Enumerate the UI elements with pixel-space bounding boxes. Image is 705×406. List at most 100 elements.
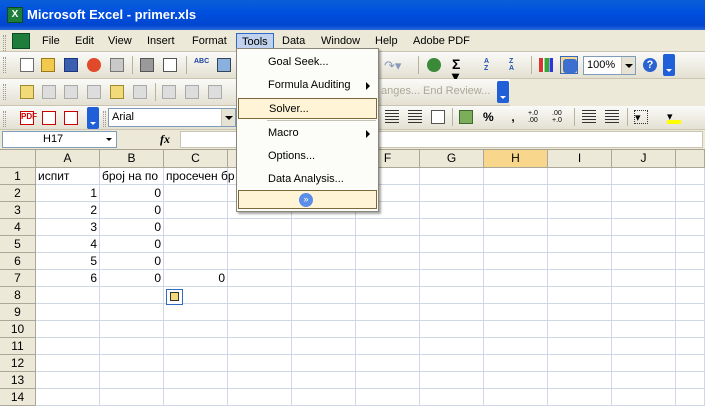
column-header-g[interactable]: G — [420, 150, 484, 168]
cell-e11[interactable] — [292, 338, 356, 355]
toolbar-grip[interactable] — [3, 57, 6, 73]
cell-c2[interactable] — [164, 185, 228, 202]
cell-b5[interactable]: 0 — [100, 236, 164, 253]
decrease-indent-icon[interactable] — [580, 108, 598, 126]
cell-i5[interactable] — [548, 236, 612, 253]
cell-e5[interactable] — [292, 236, 356, 253]
cell-a13[interactable] — [36, 372, 100, 389]
cell-i7[interactable] — [548, 270, 612, 287]
toolbar-grip[interactable] — [103, 111, 106, 127]
row-header-9[interactable]: 9 — [0, 304, 36, 321]
zoom-dropdown-icon[interactable] — [621, 57, 635, 74]
track-changes-icon[interactable] — [160, 83, 178, 101]
cell-f4[interactable] — [356, 219, 420, 236]
cell-g8[interactable] — [420, 287, 484, 304]
cell-j14[interactable] — [612, 389, 676, 406]
cell-g10[interactable] — [420, 321, 484, 338]
cell-d13[interactable] — [228, 372, 292, 389]
redo-icon[interactable]: ↷▾ — [382, 56, 406, 74]
cell-a2[interactable]: 1 — [36, 185, 100, 202]
cell-k3[interactable] — [676, 202, 705, 219]
row-header-4[interactable]: 4 — [0, 219, 36, 236]
cell-b7[interactable]: 0 — [100, 270, 164, 287]
cell-a6[interactable]: 5 — [36, 253, 100, 270]
cell-c3[interactable] — [164, 202, 228, 219]
cell-a8[interactable] — [36, 287, 100, 304]
column-header-j[interactable]: J — [612, 150, 676, 168]
cell-d14[interactable] — [228, 389, 292, 406]
accept-change-icon[interactable] — [183, 83, 201, 101]
cell-e7[interactable] — [292, 270, 356, 287]
cell-a1[interactable]: испит — [36, 168, 100, 185]
cell-h1[interactable] — [484, 168, 548, 185]
cell-h14[interactable] — [484, 389, 548, 406]
cell-h10[interactable] — [484, 321, 548, 338]
cell-f14[interactable] — [356, 389, 420, 406]
cell-b4[interactable]: 0 — [100, 219, 164, 236]
cell-c13[interactable] — [164, 372, 228, 389]
cell-b10[interactable] — [100, 321, 164, 338]
cell-h9[interactable] — [484, 304, 548, 321]
cell-k8[interactable] — [676, 287, 705, 304]
reject-change-icon[interactable] — [206, 83, 224, 101]
cell-g1[interactable] — [420, 168, 484, 185]
comma-icon[interactable]: , — [504, 108, 522, 126]
cell-d10[interactable] — [228, 321, 292, 338]
menu-insert[interactable]: Insert — [142, 33, 180, 50]
cell-d6[interactable] — [228, 253, 292, 270]
sort-ascending-icon[interactable]: AZ — [482, 56, 500, 74]
menu-item-options[interactable]: Options... — [238, 146, 377, 167]
workbook-icon[interactable] — [12, 33, 30, 49]
cell-e6[interactable] — [292, 253, 356, 270]
cell-c12[interactable] — [164, 355, 228, 372]
cell-k10[interactable] — [676, 321, 705, 338]
column-header-i[interactable]: I — [548, 150, 612, 168]
cell-i6[interactable] — [548, 253, 612, 270]
currency-icon[interactable] — [457, 108, 475, 126]
cell-f13[interactable] — [356, 372, 420, 389]
show-comment-icon[interactable] — [108, 83, 126, 101]
end-review-button[interactable]: End Review... — [423, 85, 490, 97]
cell-k6[interactable] — [676, 253, 705, 270]
pdf-email-icon[interactable] — [40, 109, 58, 127]
row-header-13[interactable]: 13 — [0, 372, 36, 389]
cell-a4[interactable]: 3 — [36, 219, 100, 236]
cell-i9[interactable] — [548, 304, 612, 321]
cell-g13[interactable] — [420, 372, 484, 389]
cell-k7[interactable] — [676, 270, 705, 287]
cell-i11[interactable] — [548, 338, 612, 355]
row-header-6[interactable]: 6 — [0, 253, 36, 270]
toolbar-options-icon[interactable] — [663, 54, 675, 76]
cell-k4[interactable] — [676, 219, 705, 236]
cell-i12[interactable] — [548, 355, 612, 372]
row-header-12[interactable]: 12 — [0, 355, 36, 372]
open-icon[interactable] — [39, 56, 57, 74]
cell-f10[interactable] — [356, 321, 420, 338]
cell-j7[interactable] — [612, 270, 676, 287]
menu-format[interactable]: Format — [187, 33, 232, 50]
cell-a14[interactable] — [36, 389, 100, 406]
zoom-combo[interactable]: 100% — [583, 56, 636, 75]
cell-i10[interactable] — [548, 321, 612, 338]
help-icon[interactable]: ? — [641, 56, 659, 74]
toolbar-options-icon[interactable] — [87, 107, 99, 129]
cell-e9[interactable] — [292, 304, 356, 321]
cell-d12[interactable] — [228, 355, 292, 372]
cell-a7[interactable]: 6 — [36, 270, 100, 287]
cell-b14[interactable] — [100, 389, 164, 406]
expand-menu-button[interactable]: » — [238, 190, 377, 209]
cell-i8[interactable] — [548, 287, 612, 304]
cell-j11[interactable] — [612, 338, 676, 355]
menu-item-macro[interactable]: Macro — [238, 123, 377, 144]
cell-b6[interactable]: 0 — [100, 253, 164, 270]
cell-d8[interactable] — [228, 287, 292, 304]
cell-k1[interactable] — [676, 168, 705, 185]
sort-descending-icon[interactable]: ZA — [507, 56, 525, 74]
decrease-decimal-icon[interactable]: .00 +.0 — [550, 108, 568, 126]
row-header-5[interactable]: 5 — [0, 236, 36, 253]
row-header-1[interactable]: 1 — [0, 168, 36, 185]
cell-h11[interactable] — [484, 338, 548, 355]
menu-item-goal-seek[interactable]: Goal Seek... — [238, 52, 377, 73]
email-icon[interactable] — [108, 56, 126, 74]
research-icon[interactable] — [215, 56, 233, 74]
